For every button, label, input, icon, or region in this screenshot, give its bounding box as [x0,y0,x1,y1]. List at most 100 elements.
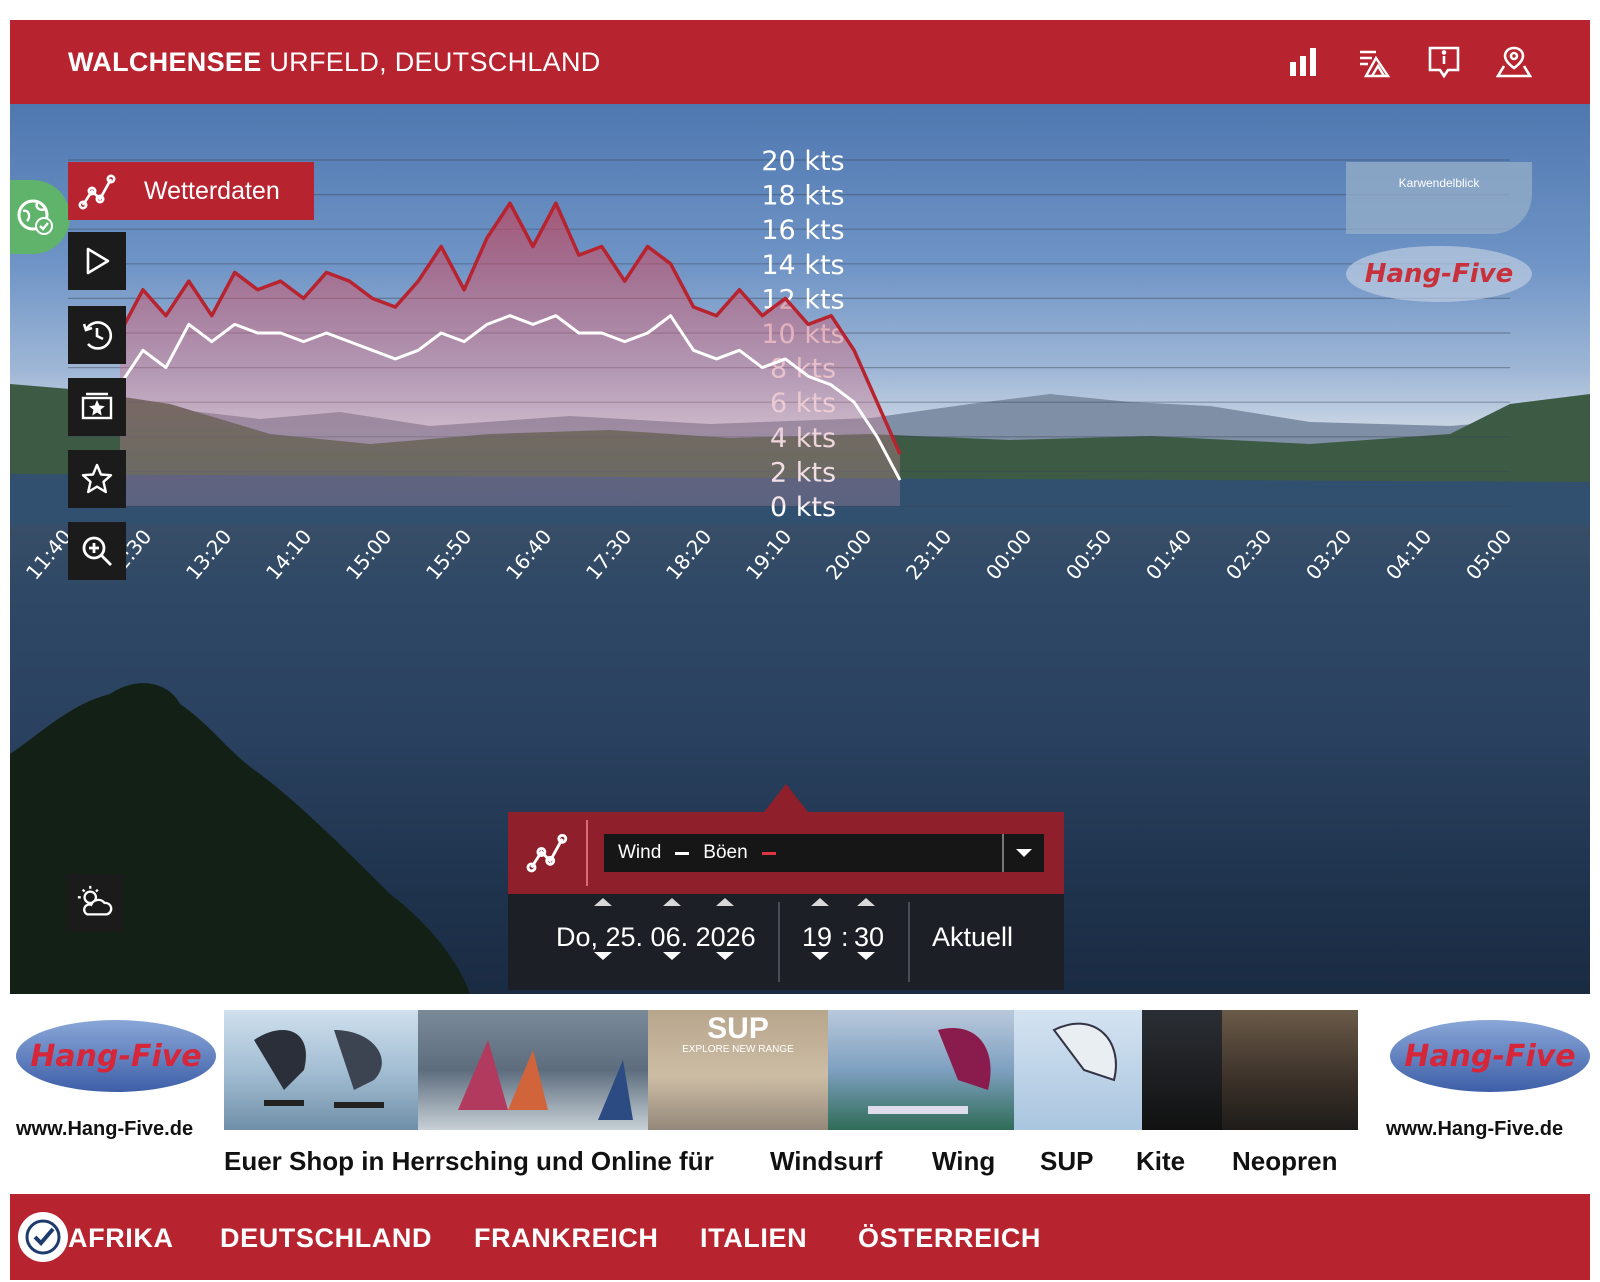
wind-map-icon[interactable] [1354,42,1394,82]
picker-divider [778,902,780,982]
month-up-arrow[interactable] [663,898,681,906]
karwendelblick-ad[interactable]: Karwendelblick [1346,162,1532,234]
minute-value[interactable]: 30 [854,922,884,953]
x-tick-label: 16:40 [501,525,556,585]
year-down-arrow[interactable] [716,952,734,960]
location-icon[interactable] [1494,42,1534,82]
datetime-picker: Do, 25. 06. 2026 19 : 30 Aktuell [508,894,1064,990]
x-tick-label: 18:20 [661,525,716,585]
selector-divider [586,820,588,886]
x-tick-label: 15:00 [341,525,396,585]
chart-line-icon [526,833,568,873]
nav-item-deutschland[interactable]: DEUTSCHLAND [220,1223,432,1254]
info-icon[interactable] [1424,42,1464,82]
category-sup[interactable]: SUP [1040,1146,1093,1177]
category-windsurf[interactable]: Windsurf [770,1146,882,1177]
zoom-button[interactable] [68,522,126,580]
page-title: WALCHENSEE URFELD, DEUTSCHLAND [68,47,601,78]
play-button[interactable] [68,232,126,290]
boen-series-swatch [761,851,776,855]
weather-button[interactable] [66,874,124,932]
x-tick-label: 01:40 [1141,525,1196,585]
y-tick-label: 20 kts [761,146,844,177]
category-wing[interactable]: Wing [932,1146,995,1177]
x-tick-label: 04:10 [1381,525,1436,585]
y-tick-label: 14 kts [761,250,844,281]
boen-series-label: Böen [703,842,748,863]
nav-item-frankreich[interactable]: FRANKREICH [474,1223,659,1254]
time-separator: : [841,922,849,952]
x-tick-label: 23:10 [901,525,956,585]
y-tick-label: 18 kts [761,181,844,212]
x-tick-label: 02:30 [1221,525,1276,585]
aktuell-button[interactable]: Aktuell [932,922,1013,953]
selector-pointer [764,784,808,812]
minute-up-arrow[interactable] [857,898,875,906]
verified-badge-icon[interactable] [18,1212,68,1262]
day-up-arrow[interactable] [594,898,612,906]
gallery-icon [81,392,113,420]
hang-five-logo-text: Hang-Five [30,1038,202,1074]
history-button[interactable] [68,306,126,364]
x-tick-label: 00:00 [981,525,1036,585]
gallery-button[interactable] [68,378,126,436]
photo-windsurf [418,1010,648,1130]
picker-divider [908,902,910,982]
chart-line-icon [78,174,116,210]
weather-icon [77,885,113,916]
tree-silhouette [10,683,470,994]
zoom-icon [82,536,112,566]
year-up-arrow[interactable] [716,898,734,906]
photo-wing [224,1010,418,1130]
photo-neopren-1 [1142,1010,1222,1130]
favorite-icon [81,463,113,494]
karwendelblick-label: Karwendelblick [1398,176,1480,190]
wind-series-swatch [675,851,690,855]
title-location: WALCHENSEE [68,47,262,77]
x-tick-label: 05:00 [1461,525,1516,585]
play-icon [86,247,110,275]
history-icon [82,321,113,350]
header-bar: WALCHENSEE URFELD, DEUTSCHLAND [10,20,1590,104]
title-region: URFELD, DEUTSCHLAND [269,47,601,77]
hour-down-arrow[interactable] [811,952,829,960]
wind-series-label: Wind [618,842,662,863]
gust-area [120,203,900,506]
nav-item-italien[interactable]: ITALIEN [700,1223,807,1254]
x-tick-label: 13:20 [181,525,236,585]
chevron-down-icon[interactable] [1002,834,1044,872]
series-selector: Wind Böen [508,812,1064,894]
hang-five-logo-right: Hang-Five [1390,1020,1590,1092]
x-tick-label: 14:10 [261,525,316,585]
nav-item-oesterreich[interactable]: ÖSTERREICH [858,1223,1041,1254]
photo-neopren-2 [1222,1010,1358,1130]
x-tick-label: 20:00 [821,525,876,585]
series-dropdown[interactable]: Wind Böen [604,834,1044,872]
y-tick-label: 16 kts [761,215,844,246]
hour-up-arrow[interactable] [811,898,829,906]
x-tick-label: 00:50 [1061,525,1116,585]
hang-five-logo-left: Hang-Five [16,1020,216,1092]
x-tick-label: 15:50 [421,525,476,585]
nav-item-afrika[interactable]: AFRIKA [68,1223,174,1254]
wetterdaten-button[interactable]: Wetterdaten [68,162,314,220]
photo-sup: SUP EXPLORE NEW RANGE [648,1010,828,1130]
bar-chart-icon[interactable] [1284,42,1324,82]
date-value[interactable]: Do, 25. 06. 2026 [556,922,756,953]
favorite-button[interactable] [68,450,126,508]
product-photos: SUP EXPLORE NEW RANGE [224,1010,1378,1130]
x-tick-label: 03:20 [1301,525,1356,585]
sup-photo-subtitle: EXPLORE NEW RANGE [682,1044,794,1055]
minute-down-arrow[interactable] [857,952,875,960]
shop-url-right[interactable]: www.Hang-Five.de [1386,1118,1563,1141]
ad-banner[interactable]: Hang-Five www.Hang-Five.de SUP EXPLORE N… [10,1010,1590,1178]
hour-value[interactable]: 19 [802,922,832,953]
category-neopren[interactable]: Neopren [1232,1146,1337,1177]
category-kite[interactable]: Kite [1136,1146,1185,1177]
hang-five-ad-text: Hang-Five [1364,259,1514,289]
hang-five-ad-logo[interactable]: Hang-Five [1346,246,1532,302]
month-down-arrow[interactable] [663,952,681,960]
x-tick-label: 17:30 [581,525,636,585]
shop-url-left[interactable]: www.Hang-Five.de [16,1118,193,1141]
day-down-arrow[interactable] [594,952,612,960]
